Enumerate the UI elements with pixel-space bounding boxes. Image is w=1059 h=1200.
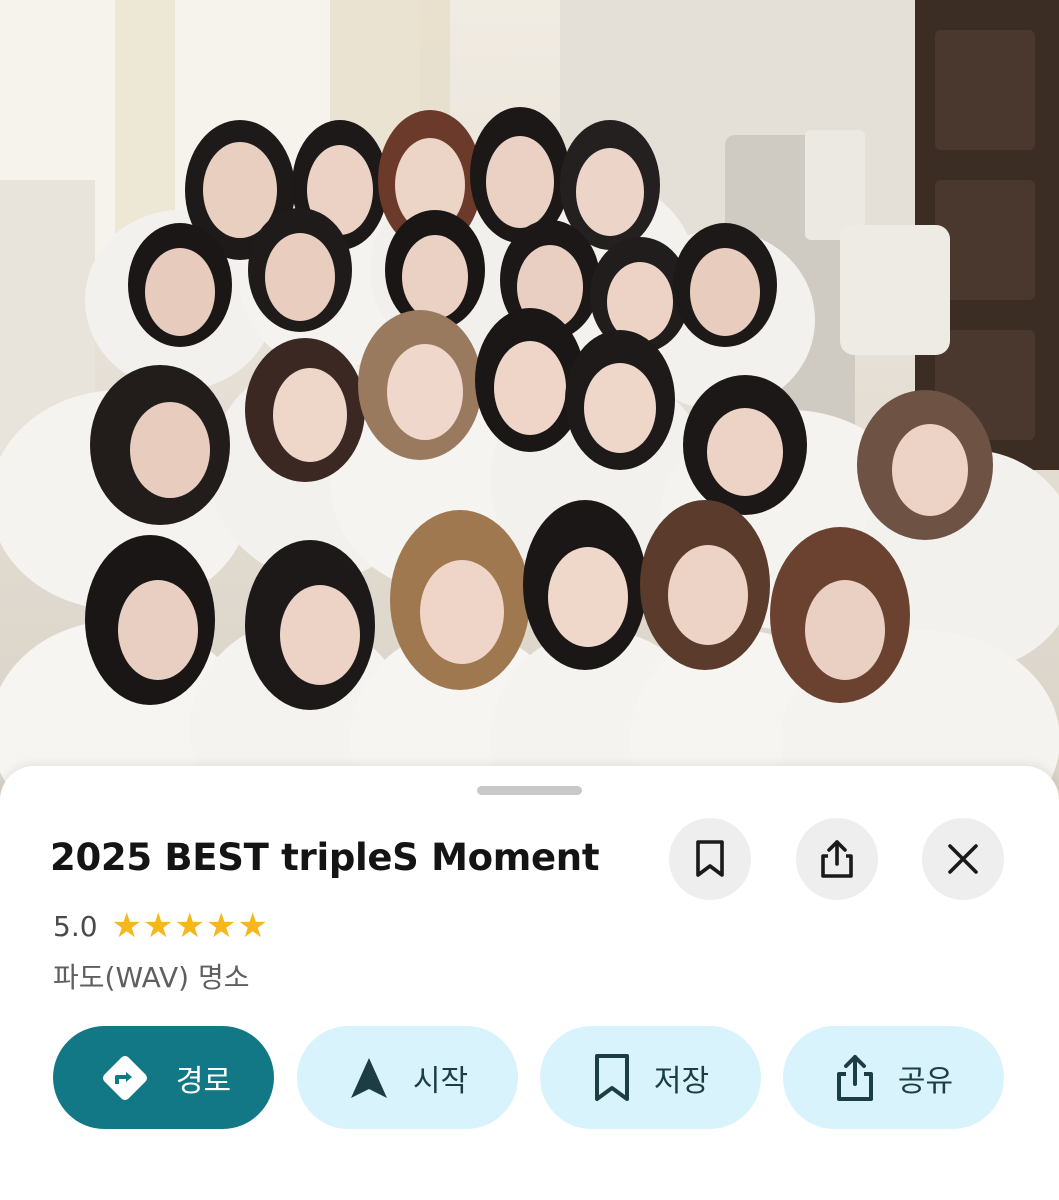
share-action-button[interactable]: 공유 — [783, 1026, 1004, 1129]
directions-icon — [96, 1049, 154, 1107]
bookmark-icon — [592, 1053, 632, 1103]
navigation-arrow-icon — [347, 1055, 391, 1101]
place-detail-screen: 2025 BEST tripleS Moment 5.0 ★★★★★ 파도(WA… — [0, 0, 1059, 1200]
sheet-drag-handle[interactable] — [477, 786, 582, 795]
save-button[interactable]: 저장 — [540, 1026, 761, 1129]
close-button[interactable] — [922, 818, 1004, 900]
start-navigation-button[interactable]: 시작 — [297, 1026, 518, 1129]
directions-button[interactable]: 경로 — [53, 1026, 274, 1129]
place-info-sheet: 2025 BEST tripleS Moment 5.0 ★★★★★ 파도(WA… — [0, 766, 1059, 1200]
group-photo — [0, 0, 1059, 800]
share-icon — [821, 840, 853, 878]
bookmark-icon — [696, 840, 724, 877]
bookmark-button[interactable] — [669, 818, 751, 900]
place-title: 2025 BEST tripleS Moment — [50, 836, 600, 879]
rating-row: 5.0 ★★★★★ — [53, 906, 269, 946]
share-icon — [834, 1053, 876, 1103]
share-button[interactable] — [796, 818, 878, 900]
share-label: 공유 — [897, 1063, 954, 1099]
save-label: 저장 — [653, 1063, 710, 1099]
group-photo-illustration — [0, 0, 1059, 800]
place-category: 파도(WAV) 명소 — [53, 961, 250, 994]
star-rating-icons: ★★★★★ — [111, 906, 269, 946]
start-label: 시작 — [412, 1063, 469, 1099]
close-icon — [948, 844, 978, 874]
rating-value: 5.0 — [53, 909, 98, 943]
directions-label: 경로 — [175, 1063, 232, 1099]
